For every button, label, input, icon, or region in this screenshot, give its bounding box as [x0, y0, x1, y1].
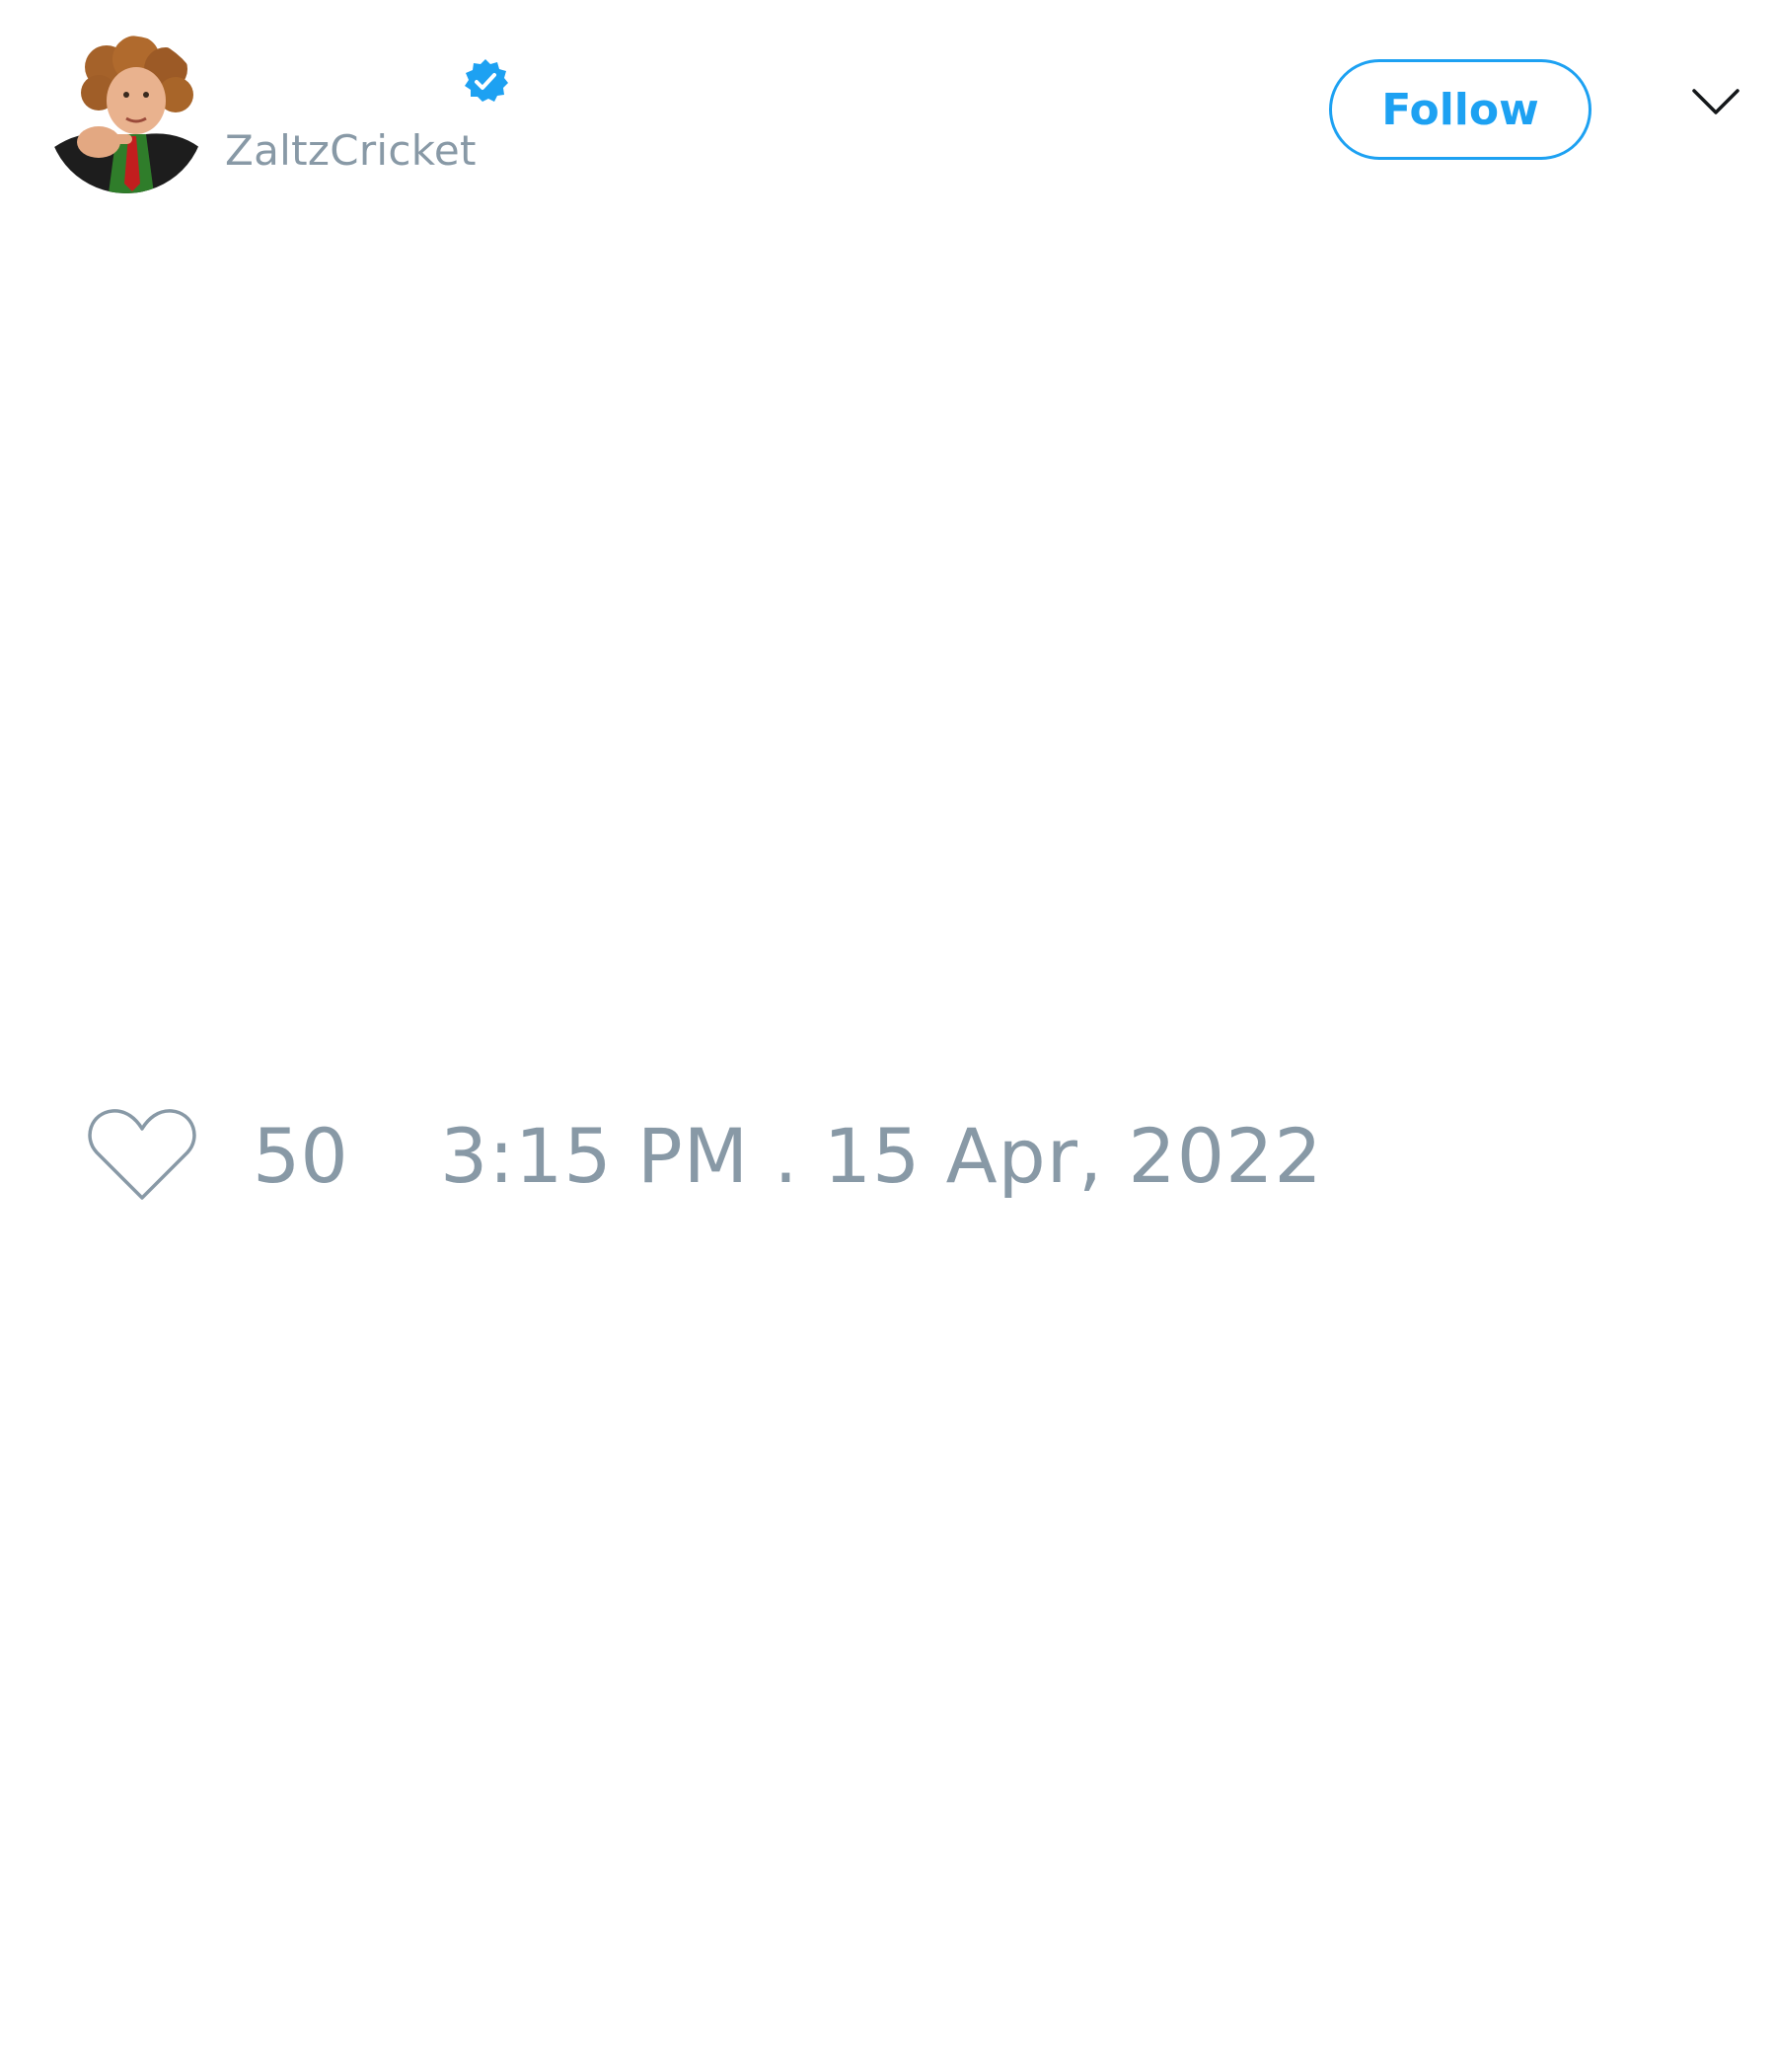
chevron-down-icon[interactable] — [1691, 87, 1740, 116]
avatar[interactable] — [47, 36, 205, 193]
heart-icon[interactable] — [87, 1105, 197, 1204]
follow-button[interactable]: Follow — [1329, 59, 1591, 160]
author-handle[interactable]: ZaltzCricket — [225, 122, 477, 180]
verified-badge-icon — [465, 59, 508, 102]
tweet-timestamp[interactable]: 3:15 PM . 15 Apr, 2022 — [440, 1115, 1323, 1198]
like-count: 50 — [253, 1112, 348, 1200]
avatar-image — [47, 36, 205, 193]
tweet-card: ZaltzCricket Follow 50 3:15 PM . 15 Apr,… — [0, 0, 1776, 2072]
